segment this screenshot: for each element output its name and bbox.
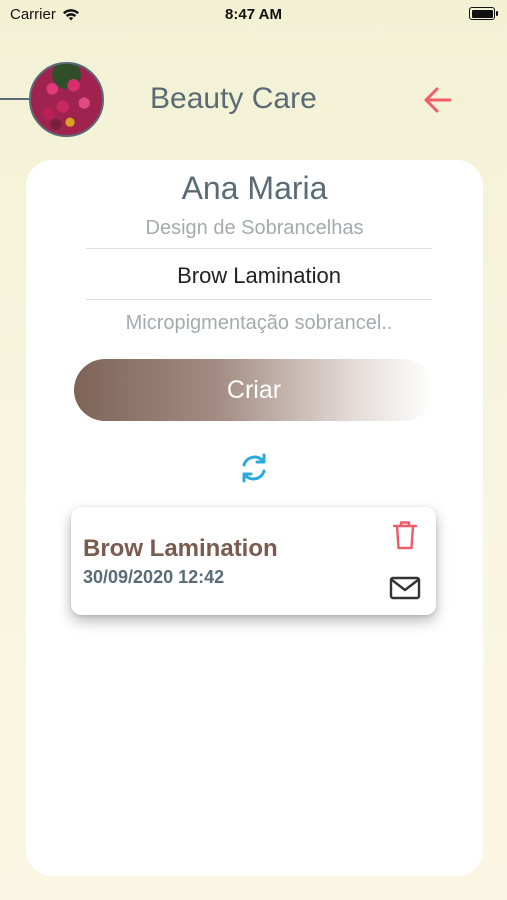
create-button[interactable]: Criar	[74, 359, 434, 421]
appointment-title: Brow Lamination	[83, 535, 278, 562]
back-arrow-icon[interactable]	[420, 82, 456, 118]
appointment-card[interactable]: Brow Lamination 30/09/2020 12:42	[71, 507, 436, 615]
page-title: Beauty Care	[150, 82, 317, 115]
divider	[86, 299, 432, 300]
status-time: 8:47 AM	[225, 6, 282, 23]
form-card: Ana Maria Design de Sobrancelhas Criar B…	[26, 160, 483, 876]
procedure-field[interactable]	[86, 256, 432, 296]
battery-icon	[469, 7, 498, 20]
avatar[interactable]	[29, 62, 104, 137]
appointment-datetime: 30/09/2020 12:42	[83, 567, 225, 587]
client-name: Ana Maria	[181, 170, 328, 206]
refresh-icon[interactable]	[236, 450, 272, 486]
trash-icon[interactable]	[391, 519, 419, 551]
header: Beauty Care	[0, 60, 507, 140]
divider	[86, 248, 432, 249]
mail-icon[interactable]	[389, 575, 421, 601]
status-bar: Carrier 8:47 AM	[0, 0, 507, 30]
client-service: Design de Sobrancelhas	[145, 217, 364, 239]
description-field[interactable]	[86, 305, 432, 341]
header-line	[0, 98, 30, 100]
